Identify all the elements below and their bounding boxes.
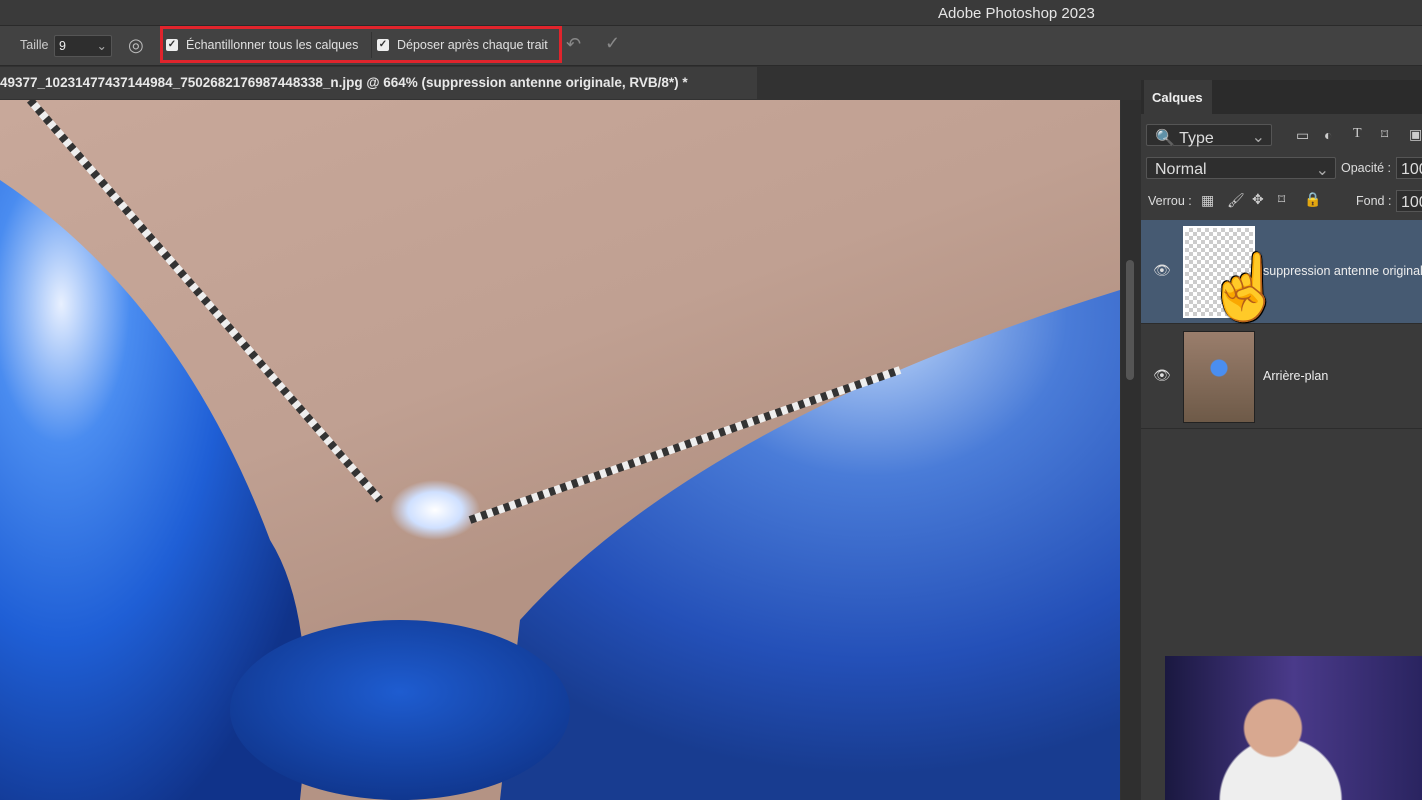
sample-all-layers-checkbox[interactable]: ✓ Échantillonner tous les calques bbox=[166, 38, 358, 52]
tab-calques[interactable]: Calques bbox=[1144, 80, 1212, 114]
butterfly-image bbox=[0, 100, 1120, 800]
size-value: 9 bbox=[59, 39, 66, 53]
filter-image-icon[interactable]: ▭ bbox=[1296, 127, 1309, 144]
options-bar: Taille 9 ⌄ ◎ ✓ Échantillonner tous les cal… bbox=[0, 26, 1422, 66]
chevron-down-icon[interactable]: ⌄ bbox=[97, 38, 107, 53]
lock-label: Verrou : bbox=[1148, 194, 1192, 208]
lock-move-icon[interactable]: ✥ bbox=[1252, 191, 1264, 208]
lock-artboard-icon[interactable]: ⌑ bbox=[1278, 191, 1285, 208]
blend-mode-value: Normal bbox=[1155, 161, 1207, 178]
lock-all-icon[interactable]: 🔒 bbox=[1304, 191, 1321, 208]
blend-mode-select[interactable]: Normal ⌄ bbox=[1146, 157, 1336, 179]
opacity-label: Opacité : bbox=[1341, 161, 1392, 175]
divider bbox=[371, 32, 372, 58]
butterfly-head bbox=[390, 480, 480, 540]
size-label: Taille bbox=[20, 38, 49, 52]
butterfly-wing-right bbox=[500, 290, 1120, 800]
deposit-label: Déposer après chaque trait bbox=[397, 38, 548, 52]
layer-name: suppression antenne originale bbox=[1263, 264, 1422, 278]
pressure-target-icon[interactable]: ◎ bbox=[128, 35, 144, 56]
lock-transparency-icon[interactable]: ▦ bbox=[1201, 192, 1214, 209]
filter-adjustment-icon[interactable]: ◐ bbox=[1324, 127, 1332, 143]
scrollbar-thumb[interactable] bbox=[1126, 260, 1134, 380]
layer-thumbnail bbox=[1183, 331, 1255, 423]
fill-label: Fond : bbox=[1356, 194, 1392, 208]
canvas-scrollbar[interactable] bbox=[1121, 100, 1141, 800]
filter-value: Type bbox=[1179, 130, 1214, 147]
filter-type-icon[interactable]: T bbox=[1353, 126, 1362, 142]
commit-check-icon[interactable]: ✓ bbox=[605, 33, 620, 54]
layer-row[interactable]: 👁 Arrière-plan bbox=[1141, 325, 1422, 429]
document-tab[interactable]: 49377_10231477437144984_7502682176987448… bbox=[0, 67, 757, 99]
sample-all-label: Échantillonner tous les calques bbox=[186, 38, 359, 52]
eye-icon[interactable]: 👁 bbox=[1153, 367, 1171, 384]
undo-icon[interactable]: ↶ bbox=[566, 34, 581, 55]
app-title: Adobe Photoshop 2023 bbox=[938, 5, 1095, 22]
webcam-overlay bbox=[1165, 656, 1422, 800]
filter-smart-object-icon[interactable]: ▣ bbox=[1409, 126, 1422, 143]
image-canvas[interactable] bbox=[0, 100, 1120, 800]
layer-name: Arrière-plan bbox=[1263, 369, 1329, 383]
eye-icon[interactable]: 👁 bbox=[1153, 262, 1171, 279]
butterfly-body bbox=[230, 620, 570, 800]
layer-filter-select[interactable]: 🔍 Type ⌄ bbox=[1146, 124, 1272, 147]
size-input[interactable]: 9 ⌄ bbox=[54, 35, 112, 57]
fill-input[interactable]: 100 bbox=[1396, 190, 1422, 212]
filter-shape-icon[interactable]: ⌑ bbox=[1381, 126, 1388, 143]
title-bar: Adobe Photoshop 2023 bbox=[0, 0, 1422, 26]
hand-cursor-icon: ☝ bbox=[1205, 251, 1285, 323]
document-title: 49377_10231477437144984_7502682176987448… bbox=[0, 75, 688, 90]
checkbox-icon[interactable]: ✓ bbox=[166, 39, 178, 51]
deposit-after-stroke-checkbox[interactable]: ✓ Déposer après chaque trait bbox=[377, 38, 548, 52]
lock-brush-icon[interactable]: 🖌 bbox=[1227, 192, 1245, 209]
opacity-input[interactable]: 100 bbox=[1396, 157, 1422, 179]
checkbox-icon[interactable]: ✓ bbox=[377, 39, 389, 51]
